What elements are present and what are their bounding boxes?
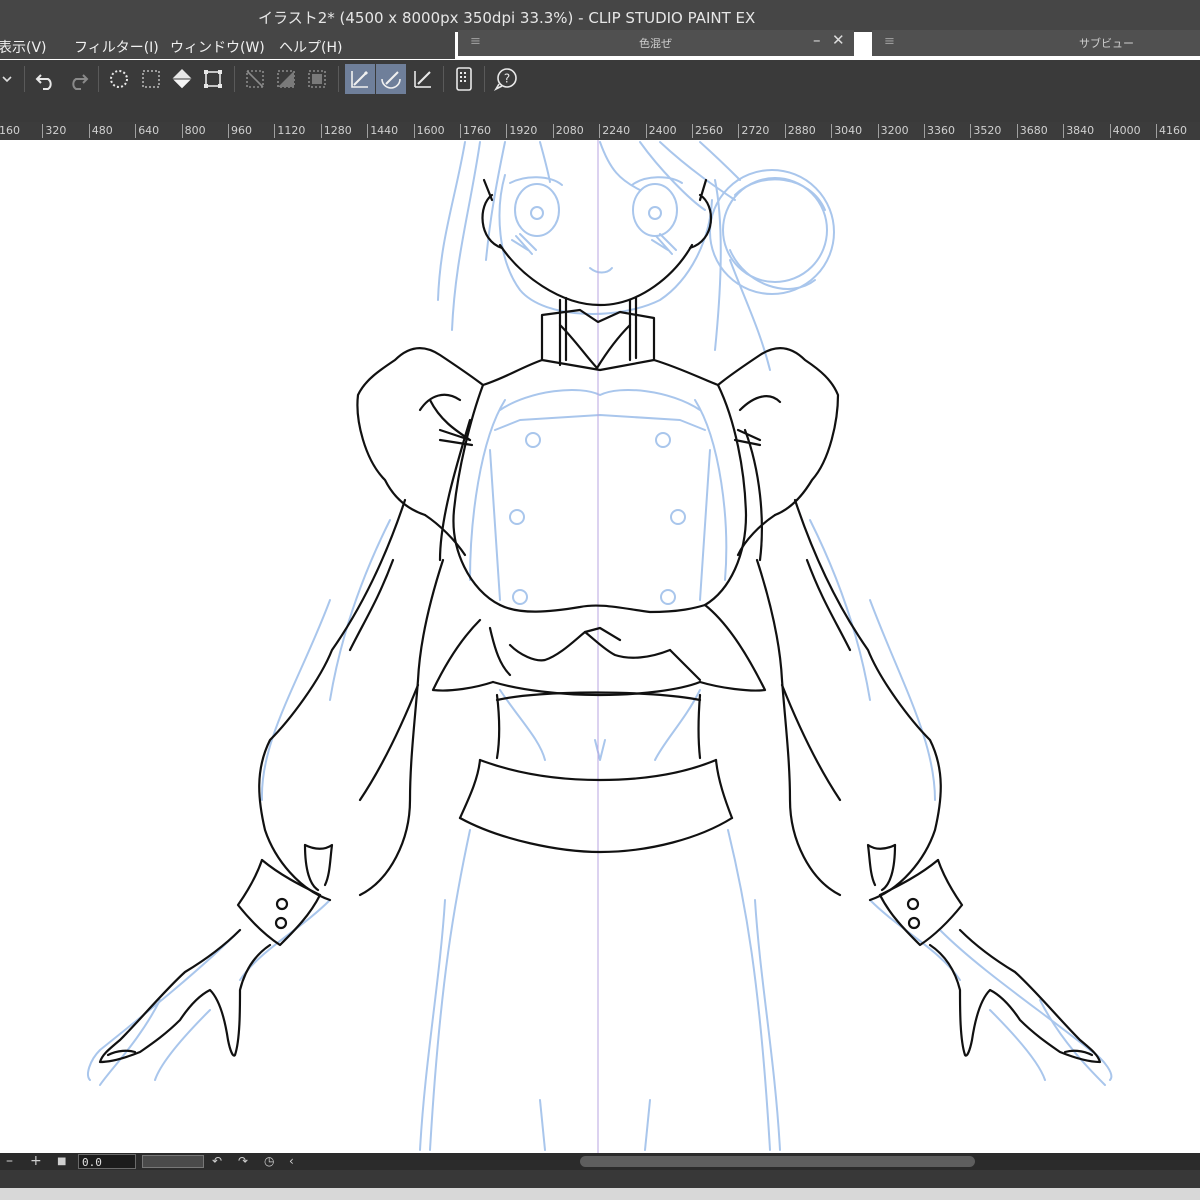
drawing-canvas[interactable] (0, 140, 1200, 1153)
device-icon[interactable] (449, 64, 479, 94)
help-icon[interactable]: ? (491, 64, 521, 94)
ruler-label: 3040 (831, 124, 862, 138)
canvas-bottom-bar: – + ■ 0.0 ↶ ↷ ◷ ‹ (0, 1153, 1200, 1170)
ruler-label: 4000 (1109, 124, 1141, 138)
rotate-right-icon[interactable]: ↷ (238, 1153, 248, 1170)
menu-bar: 表示(V) フィルター(I) ウィンドウ(W) ヘルプ(H) (0, 32, 455, 59)
rotate-left-icon[interactable]: ↶ (212, 1153, 222, 1170)
deselect-icon[interactable] (240, 64, 270, 94)
ruler-label: 3680 (1016, 124, 1048, 138)
menu-view[interactable]: 表示(V) (0, 37, 47, 57)
undo-icon[interactable] (31, 64, 61, 94)
ruler-label: 2880 (784, 124, 816, 138)
command-bar: ? (0, 60, 1200, 98)
line-art-layer (98, 178, 1102, 1064)
grid-snap-icon[interactable] (408, 64, 438, 94)
ruler-label: 3200 (877, 124, 909, 138)
tool-property-strip (0, 98, 1200, 122)
ruler-snap-icon[interactable] (345, 64, 375, 94)
horizontal-ruler: 160 320 480 640 800 960 1120 1280 1440 1600 1760 19… (0, 122, 1200, 140)
ruler-label: 2240 (599, 124, 630, 138)
ruler-label: 960 (228, 124, 252, 138)
clear-outside-icon[interactable] (136, 64, 166, 94)
menu-filter[interactable]: フィルター(I) (74, 37, 159, 57)
ruler-label: 2400 (645, 124, 677, 138)
ruler-label: 2560 (692, 124, 723, 138)
ruler-label: 1760 (460, 124, 491, 138)
selection-border-icon[interactable] (302, 64, 332, 94)
ruler-label: 1280 (320, 124, 352, 138)
ruler-label: 160 (0, 124, 20, 138)
dropdown-icon[interactable] (0, 64, 22, 94)
color-mixing-title: 色混ぜ (639, 37, 672, 50)
ruler-label: 640 (135, 124, 159, 138)
ruler-label: 320 (42, 124, 66, 138)
sketch-layer (87, 141, 1113, 1151)
fit-icon[interactable]: ■ (57, 1153, 66, 1170)
ruler-label: 1120 (274, 124, 305, 138)
special-ruler-snap-icon[interactable] (376, 64, 406, 94)
zoom-out-button[interactable]: – (6, 1153, 13, 1170)
transform-icon[interactable] (198, 64, 228, 94)
window-title: イラスト2* (4500 x 8000px 350dpi 33.3%) - CL… (258, 9, 756, 27)
menu-window[interactable]: ウィンドウ(W) (170, 37, 265, 57)
panel-menu-icon[interactable]: ≡ (470, 34, 481, 49)
zoom-in-button[interactable]: + (30, 1153, 42, 1170)
sub-view-title: サブビュー (1079, 37, 1134, 50)
ruler-label: 3360 (924, 124, 955, 138)
artwork (87, 140, 1113, 1153)
ruler-label: 1600 (413, 124, 445, 138)
title-bar: イラスト2* (4500 x 8000px 350dpi 33.3%) - CL… (0, 0, 1200, 32)
menu-help[interactable]: ヘルプ(H) (279, 37, 342, 57)
ruler-label: 2720 (738, 124, 769, 138)
color-mixing-panel-header: ≡ 色混ぜ – ✕ (458, 30, 854, 56)
status-strip (0, 1170, 1200, 1188)
ruler-label: 1440 (367, 124, 398, 138)
invert-selection-icon[interactable] (271, 64, 301, 94)
collapse-icon[interactable]: ‹ (289, 1153, 294, 1170)
ruler-label: 2080 (552, 124, 584, 138)
ruler-label: 800 (181, 124, 206, 138)
ruler-label: 480 (88, 124, 113, 138)
panel-menu-icon[interactable]: ≡ (884, 34, 895, 49)
redo-icon[interactable] (63, 64, 93, 94)
minimize-button[interactable]: – (813, 31, 821, 49)
reset-rotation-icon[interactable]: ◷ (264, 1153, 274, 1170)
clear-icon[interactable] (104, 64, 134, 94)
ruler-label: 3840 (1063, 124, 1094, 138)
rotation-slider[interactable] (142, 1155, 204, 1168)
horizontal-scrollbar[interactable] (580, 1156, 975, 1167)
svg-text:?: ? (504, 72, 510, 86)
taskbar-strip (0, 1188, 1200, 1200)
fill-icon[interactable] (167, 64, 197, 94)
sub-view-panel-header: ≡ サブビュー (872, 30, 1200, 56)
close-button[interactable]: ✕ (832, 31, 845, 49)
ruler-label: 4160 (1156, 124, 1187, 138)
ruler-label: 1920 (506, 124, 537, 138)
rotation-value-field[interactable]: 0.0 (78, 1154, 136, 1169)
ruler-label: 3520 (970, 124, 1001, 138)
